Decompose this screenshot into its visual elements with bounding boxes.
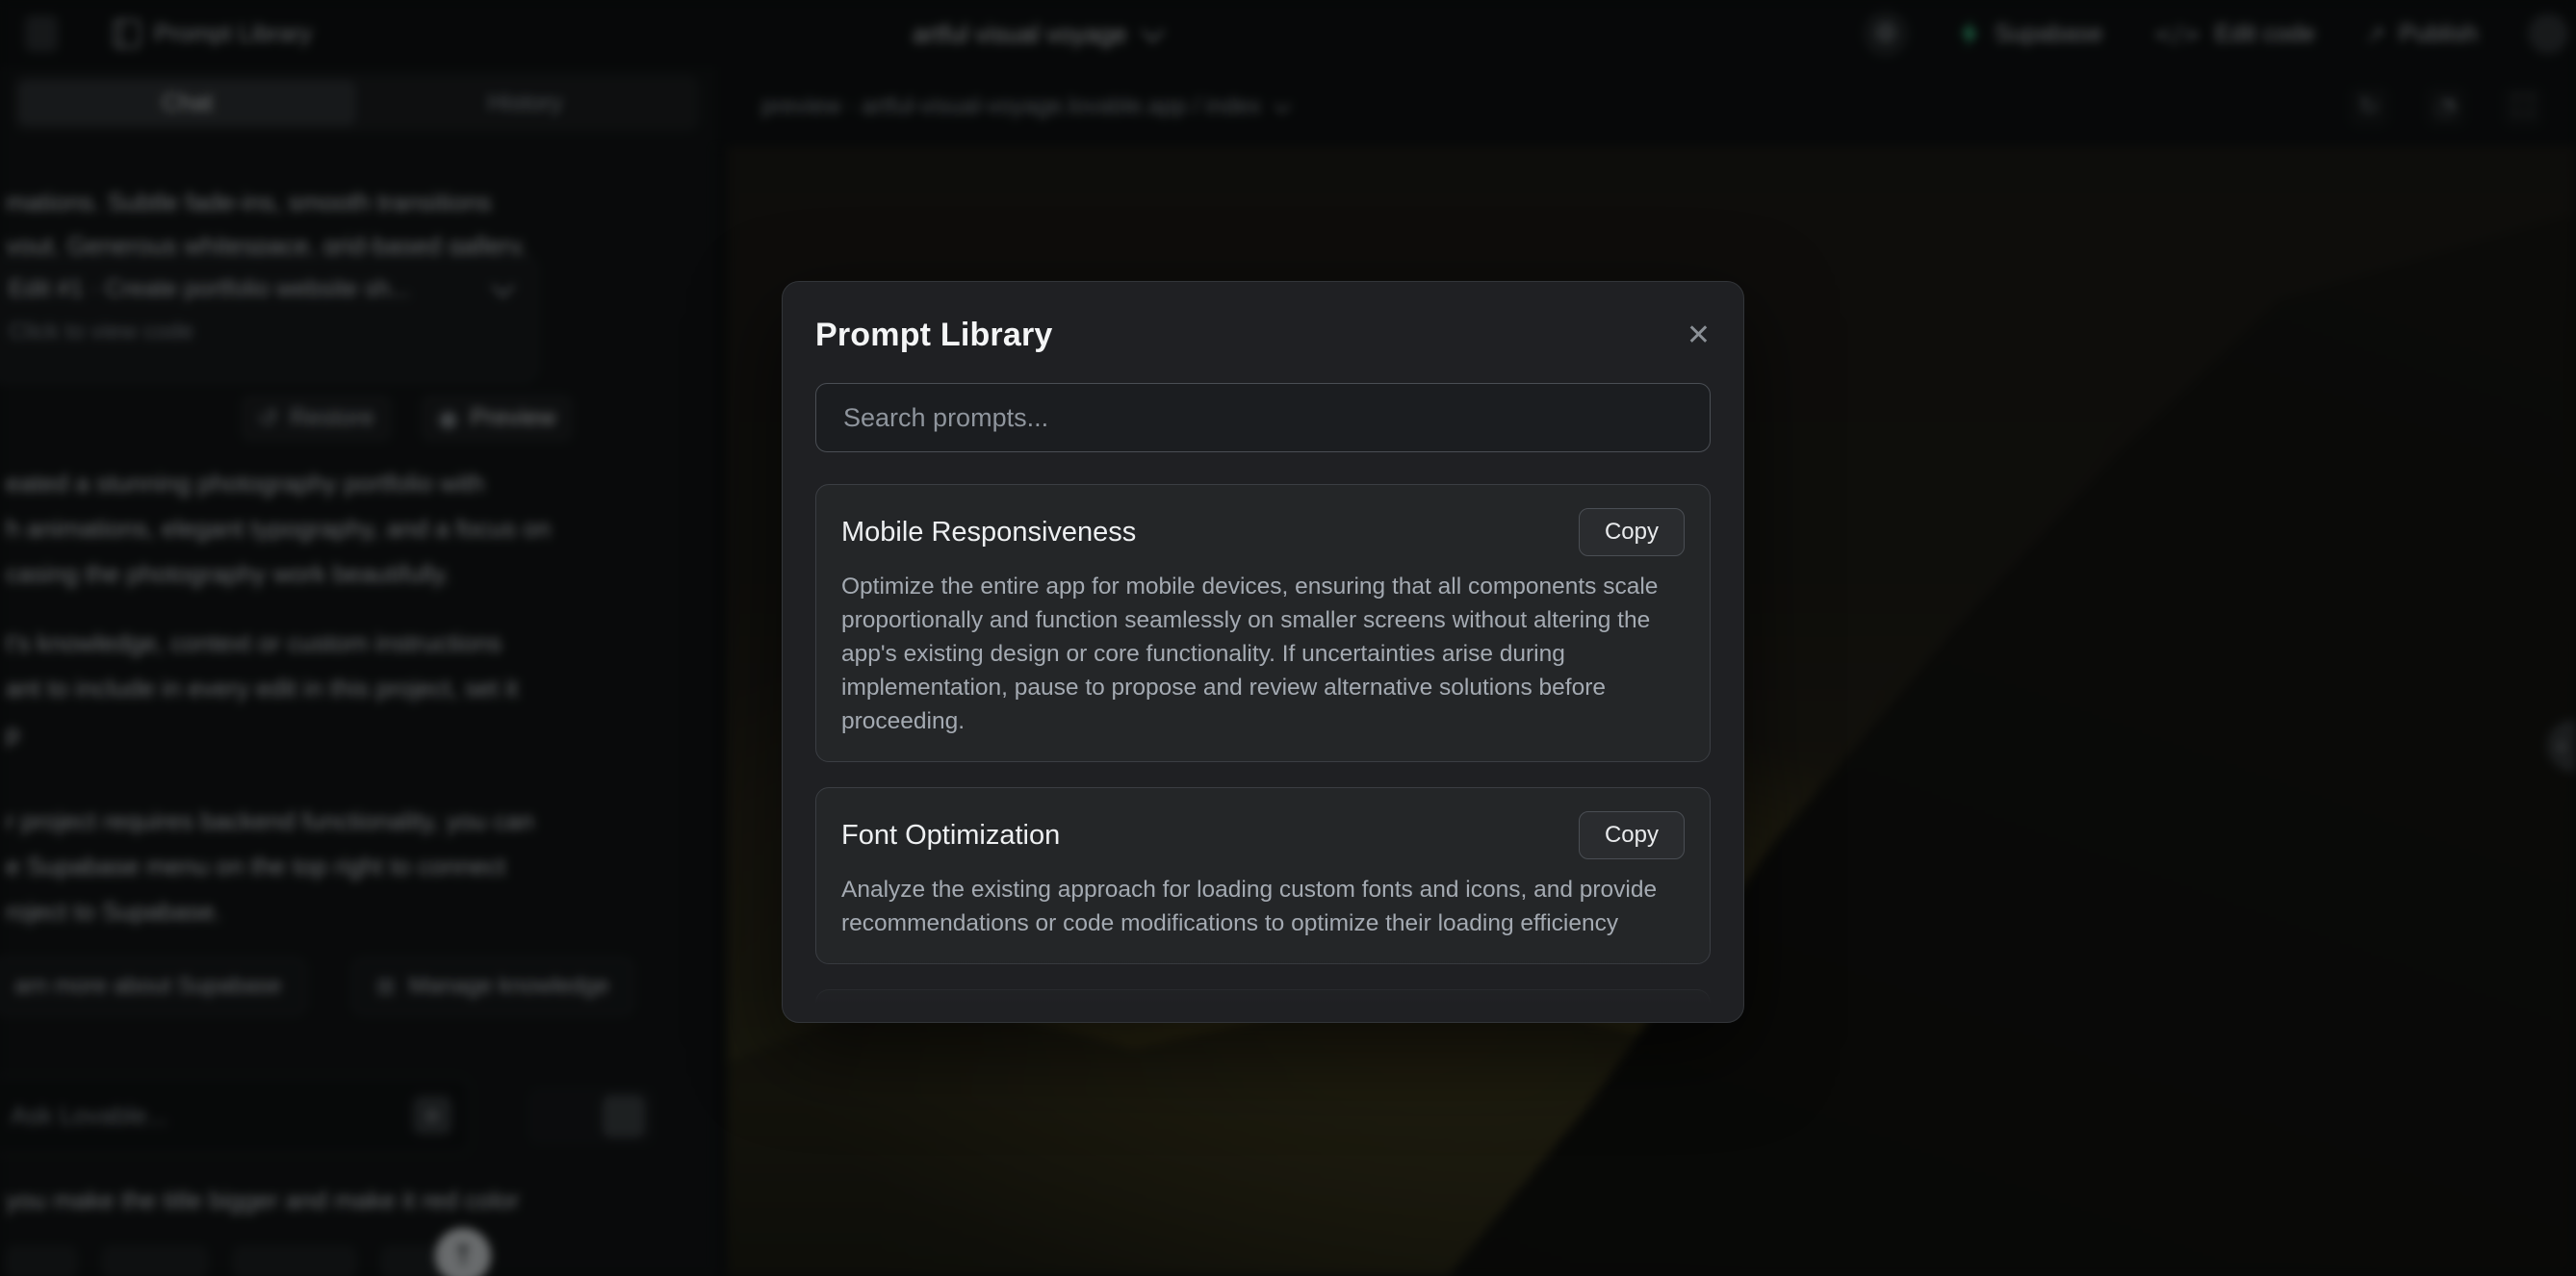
prompt-library-modal: Prompt Library ✕ Mobile Responsiveness C…: [782, 281, 1744, 1023]
modal-title: Prompt Library: [815, 317, 1053, 354]
prompt-description: Optimize the entire app for mobile devic…: [841, 570, 1685, 738]
prompt-card: Font Optimization Copy Analyze the exist…: [815, 787, 1711, 964]
app-window: Prompt Library artful visual voyage ⚙ Su…: [0, 0, 2576, 1276]
prompt-list: Mobile Responsiveness Copy Optimize the …: [815, 484, 1711, 1003]
prompt-description: Analyze the existing approach for loadin…: [841, 873, 1685, 940]
copy-button[interactable]: Copy: [1579, 508, 1685, 556]
close-button[interactable]: ✕: [1687, 321, 1711, 350]
modal-header: Prompt Library ✕: [815, 317, 1711, 354]
scroll-fade: [815, 957, 1711, 1003]
prompt-title: Mobile Responsiveness: [841, 517, 1136, 549]
close-icon: ✕: [1687, 319, 1711, 352]
search-input[interactable]: [815, 383, 1711, 452]
copy-button[interactable]: Copy: [1579, 811, 1685, 859]
prompt-title: Font Optimization: [841, 820, 1060, 852]
prompt-card: Mobile Responsiveness Copy Optimize the …: [815, 484, 1711, 762]
